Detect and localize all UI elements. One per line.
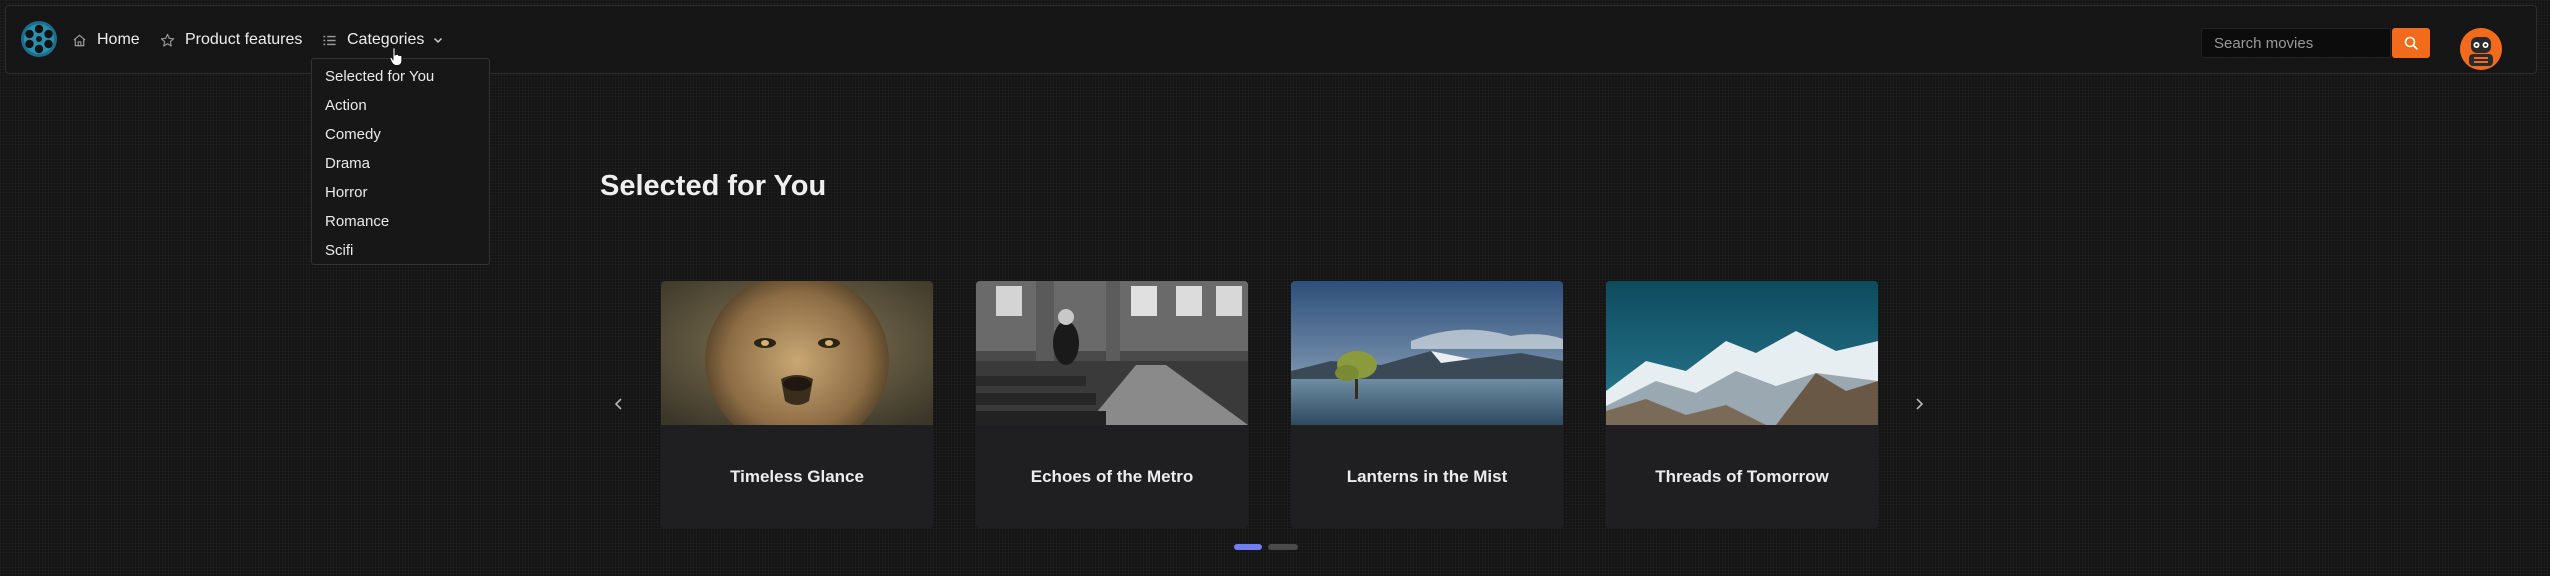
nav-home-link[interactable]: Home (72, 28, 140, 52)
dropdown-item-action[interactable]: Action (312, 91, 489, 120)
carousel-dot[interactable] (1268, 544, 1298, 550)
categories-dropdown-menu: Selected for You Action Comedy Drama Hor… (311, 58, 490, 265)
chevron-down-icon (434, 37, 443, 44)
carousel-next-button[interactable] (1909, 392, 1929, 416)
movie-poster-snowy-mountains-image (1606, 281, 1878, 425)
film-reel-logo-icon[interactable] (19, 19, 59, 59)
search-button[interactable] (2392, 28, 2430, 58)
home-icon (73, 34, 86, 46)
movie-card[interactable]: Timeless Glance (661, 281, 933, 529)
robot-avatar-icon (2460, 28, 2502, 70)
dropdown-item-horror[interactable]: Horror (312, 178, 489, 207)
chevron-left-icon (614, 398, 622, 410)
movie-poster-lion-image (661, 281, 933, 425)
dropdown-item-romance[interactable]: Romance (312, 207, 489, 236)
search-input[interactable] (2201, 28, 2391, 58)
nav-product-features-link[interactable]: Product features (160, 28, 302, 52)
user-avatar[interactable] (2460, 28, 2502, 70)
movie-card[interactable]: Echoes of the Metro (976, 281, 1248, 529)
movie-title: Timeless Glance (730, 467, 864, 486)
section-title: Selected for You (600, 170, 827, 202)
list-icon (323, 35, 336, 45)
movie-title: Threads of Tomorrow (1655, 467, 1829, 486)
dropdown-item-comedy[interactable]: Comedy (312, 120, 489, 149)
movie-card[interactable]: Threads of Tomorrow (1606, 281, 1878, 529)
chevron-right-icon (1916, 398, 1924, 410)
nav-home-label: Home (97, 31, 140, 48)
dropdown-item-scifi[interactable]: Scifi (312, 236, 489, 265)
search-icon (2404, 36, 2418, 50)
nav-categories-label: Categories (347, 31, 425, 48)
dropdown-item-drama[interactable]: Drama (312, 149, 489, 178)
nav-product-features-label: Product features (185, 31, 303, 48)
star-icon (160, 33, 175, 47)
hand-pointer-cursor-icon (389, 47, 403, 66)
movie-card[interactable]: Lanterns in the Mist (1291, 281, 1563, 529)
movie-poster-lake-tree-image (1291, 281, 1563, 425)
movie-title: Echoes of the Metro (1030, 467, 1194, 486)
carousel-dot-active[interactable] (1234, 544, 1262, 550)
carousel-prev-button[interactable] (609, 392, 629, 416)
movie-poster-church-image (976, 281, 1248, 425)
movie-title: Lanterns in the Mist (1346, 467, 1508, 486)
nav-categories-dropdown-toggle[interactable]: Categories (322, 28, 444, 52)
